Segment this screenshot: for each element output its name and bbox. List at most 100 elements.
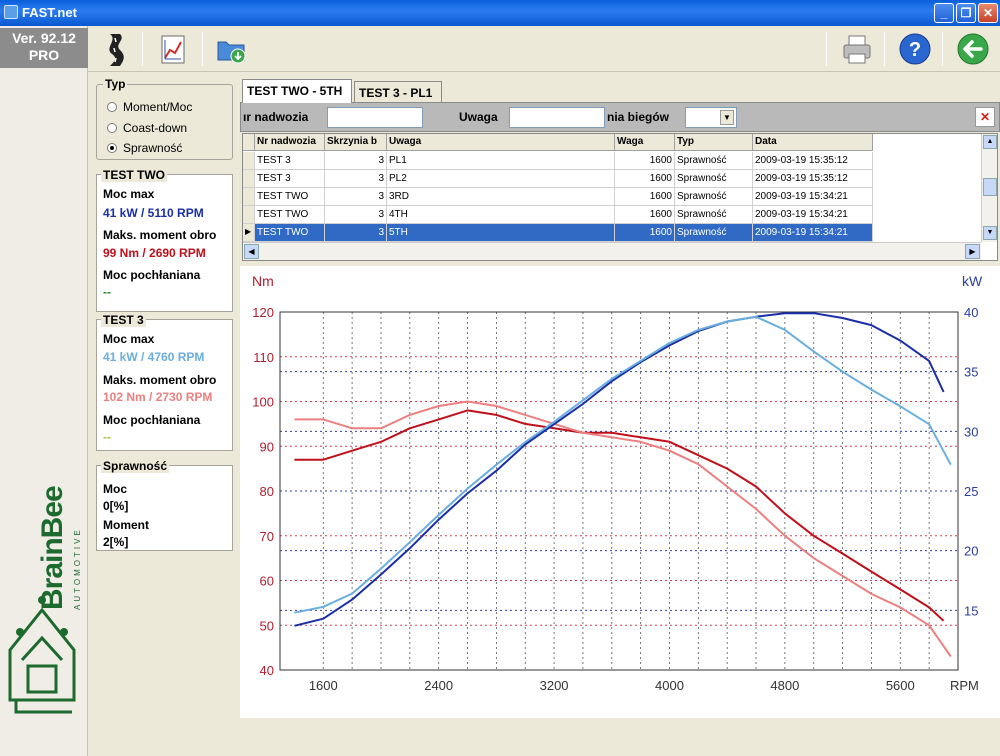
clear-filter-icon[interactable]: ✕ (975, 107, 995, 127)
title-bar: FAST.net _ ❐ ✕ (0, 0, 1000, 26)
col-header-uwaga[interactable]: Uwaga (387, 134, 615, 151)
sprawnosc-title: Sprawność (101, 459, 170, 473)
horizontal-scrollbar[interactable]: ◀ ▶ (243, 242, 981, 260)
row-indicator[interactable] (243, 206, 255, 224)
brainbee-logo: BrainBee AUTOMOTIVE (2, 460, 86, 720)
x-axis-title: RPM (950, 678, 979, 693)
table-row[interactable]: TEST 3 3 PL1 1600 Sprawność 2009-03-19 15:35:… (243, 152, 873, 170)
test-two-panel: TEST TWO Moc max 41 kW / 5110 RPM Maks. … (96, 168, 233, 312)
table-cell: 2009-03-19 15:34:21 (753, 206, 873, 224)
x-tick-label: 4800 (770, 678, 799, 693)
col-header-skrzynia[interactable]: Skrzynia b (325, 134, 387, 151)
table-row[interactable]: ▶ TEST TWO 3 5TH 1600 Sprawność 2009-03-19 15:… (243, 224, 873, 242)
table-cell: 4TH (387, 206, 615, 224)
moment-value: 2[%] (103, 535, 129, 549)
x-tick-label: 5600 (886, 678, 915, 693)
pochlaniana-value: -- (103, 285, 111, 299)
table-cell: 1600 (615, 224, 675, 242)
table-cell: PL2 (387, 170, 615, 188)
row-indicator[interactable]: ▶ (243, 224, 255, 242)
radio-moment-moc[interactable]: Moment/Moc (107, 99, 227, 115)
radio-sprawnosc[interactable]: Sprawność (107, 140, 227, 156)
pochlaniana-value: -- (103, 430, 111, 444)
open-folder-icon[interactable] (212, 30, 250, 68)
x-tick-label: 4000 (655, 678, 684, 693)
scroll-up-icon[interactable]: ▲ (983, 135, 997, 149)
scroll-right-icon[interactable]: ▶ (965, 244, 980, 259)
toolbar: ? (88, 26, 1000, 72)
typ-title: Typ (103, 77, 128, 91)
radio-coast-down[interactable]: Coast-down (107, 120, 227, 136)
x-tick-label: 2400 (424, 678, 453, 693)
back-arrow-icon[interactable] (954, 30, 992, 68)
row-indicator[interactable] (243, 170, 255, 188)
table-cell: TEST TWO (255, 206, 325, 224)
close-button[interactable]: ✕ (978, 3, 998, 23)
window-title: FAST.net (22, 5, 77, 20)
table-cell: Sprawność (675, 224, 753, 242)
series-line-1 (294, 400, 952, 658)
y2-tick-label: 20 (964, 544, 978, 559)
sprawnosc-panel: Sprawność Moc 0[%] Moment 2[%] (96, 459, 233, 551)
table-cell: Sprawność (675, 188, 753, 206)
vertical-scrollbar[interactable]: ▲ ▼ (981, 134, 997, 242)
scroll-thumb[interactable] (983, 178, 997, 196)
x-tick-label: 1600 (309, 678, 338, 693)
y2-axis-title: kW (962, 273, 983, 289)
version-badge: Ver. 92.12 PRO (0, 28, 88, 68)
minimize-button[interactable]: _ (934, 3, 954, 23)
col-header-typ[interactable]: Typ (675, 134, 753, 151)
table-cell: 2009-03-19 15:35:12 (753, 170, 873, 188)
moc-max-label: Moc max (103, 332, 155, 346)
nadwozia-label: ır nadwozia (243, 110, 309, 124)
table-cell: 2009-03-19 15:35:12 (753, 152, 873, 170)
moment-value: 102 Nm / 2730 RPM (103, 390, 213, 404)
moc-max-label: Moc max (103, 187, 155, 201)
uwaga-label: Uwaga (459, 110, 498, 124)
col-header-waga[interactable]: Waga (615, 134, 675, 151)
row-indicator[interactable] (243, 152, 255, 170)
y-tick-label: 70 (260, 529, 274, 544)
test-3-panel: TEST 3 Moc max 41 kW / 4760 RPM Maks. mo… (96, 313, 233, 451)
y-tick-label: 110 (253, 350, 274, 365)
help-icon[interactable]: ? (896, 30, 934, 68)
printer-icon[interactable] (838, 30, 876, 68)
chevron-down-icon: ▼ (720, 110, 734, 125)
uwaga-input[interactable] (509, 107, 605, 128)
tab-test-two-5th[interactable]: TEST TWO - 5TH (242, 79, 352, 103)
logo-text: BrainBee (36, 486, 69, 610)
y2-tick-label: 35 (964, 365, 978, 380)
table-cell: 3 (325, 224, 387, 242)
table-cell: 5TH (387, 224, 615, 242)
table-cell: 3 (325, 188, 387, 206)
y2-tick-label: 30 (964, 424, 978, 439)
road-icon[interactable] (96, 30, 134, 68)
table-row[interactable]: TEST TWO 3 4TH 1600 Sprawność 2009-03-19 15:3… (243, 206, 873, 224)
series-line-0 (294, 409, 945, 622)
row-indicator[interactable] (243, 188, 255, 206)
logo-subtext: AUTOMOTIVE (73, 527, 82, 610)
scroll-left-icon[interactable]: ◀ (244, 244, 259, 259)
y-tick-label: 60 (260, 574, 274, 589)
y2-tick-label: 40 (964, 305, 978, 320)
tab-test-3-pl1[interactable]: TEST 3 - PL1 (354, 81, 442, 103)
table-cell: 3 (325, 206, 387, 224)
results-table: Nr nadwozia Skrzynia b Uwaga Waga Typ Da… (242, 133, 998, 261)
chart-icon[interactable] (154, 30, 192, 68)
col-header-data[interactable]: Data (753, 134, 873, 151)
table-row[interactable]: TEST TWO 3 3RD 1600 Sprawność 2009-03-19 15:3… (243, 188, 873, 206)
table-cell: 1600 (615, 188, 675, 206)
restore-button[interactable]: ❐ (956, 3, 976, 23)
test-3-title: TEST 3 (101, 313, 146, 327)
nadwozia-input[interactable] (327, 107, 423, 128)
biegow-select[interactable]: ▼ (685, 107, 737, 128)
filter-bar: ır nadwozia Uwaga nia biegów ▼ ✕ (240, 102, 1000, 132)
y-tick-label: 50 (260, 618, 274, 633)
typ-group: Typ Moment/Moc Coast-down Sprawność (96, 77, 233, 160)
table-cell: Sprawność (675, 152, 753, 170)
table-cell: 3 (325, 170, 387, 188)
table-row[interactable]: TEST 3 3 PL2 1600 Sprawność 2009-03-19 15:35:… (243, 170, 873, 188)
scroll-down-icon[interactable]: ▼ (983, 226, 997, 240)
moc-max-value: 41 kW / 5110 RPM (103, 206, 204, 220)
col-header-nr-nadwozia[interactable]: Nr nadwozia (255, 134, 325, 151)
